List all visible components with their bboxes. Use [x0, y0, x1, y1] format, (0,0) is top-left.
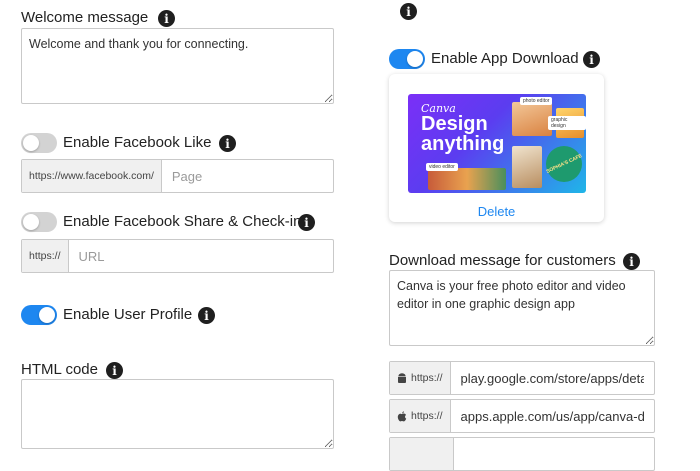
facebook-share-url-input[interactable]	[68, 240, 333, 272]
play-store-url-input[interactable]	[450, 362, 654, 394]
android-icon	[398, 372, 406, 383]
toggle-knob	[39, 307, 55, 323]
video-thumbnail	[428, 168, 506, 190]
extra-link-input[interactable]	[454, 438, 654, 470]
url-prefix: https://	[390, 362, 451, 394]
cafe-logo-text: SOPHIA'S CAFE	[545, 153, 583, 175]
html-code-label: HTML code	[21, 361, 98, 378]
photo-thumbnail	[512, 146, 542, 188]
delete-image-link[interactable]: Delete	[389, 204, 604, 219]
info-icon[interactable]: i	[106, 362, 123, 379]
facebook-share-label: Enable Facebook Share & Check-in	[63, 213, 302, 230]
facebook-page-input[interactable]	[161, 160, 333, 192]
info-icon[interactable]: i	[298, 214, 315, 231]
facebook-like-toggle[interactable]	[21, 133, 57, 153]
user-profile-toggle[interactable]	[21, 305, 57, 325]
app-store-link-field: https://	[389, 399, 655, 433]
toggle-knob	[23, 135, 39, 151]
app-banner-image: Canva Design anything photo editor graph…	[408, 94, 586, 193]
info-icon[interactable]: i	[158, 10, 175, 27]
url-prefix-text: https://	[411, 372, 443, 384]
info-icon[interactable]: i	[219, 135, 236, 152]
tag-photo-editor: photo editor	[520, 97, 553, 105]
facebook-share-url-field: https://	[21, 239, 334, 273]
url-prefix: https://	[22, 240, 69, 272]
facebook-share-toggle[interactable]	[21, 212, 57, 232]
info-icon[interactable]: i	[583, 51, 600, 68]
extra-link-field	[389, 437, 655, 471]
toggle-knob	[407, 51, 423, 67]
cafe-logo: SOPHIA'S CAFE	[545, 146, 583, 182]
url-prefix: https://	[390, 400, 451, 432]
app-image-card: Canva Design anything photo editor graph…	[389, 74, 604, 222]
app-download-toggle[interactable]	[389, 49, 425, 69]
url-prefix: https://www.facebook.com/	[22, 160, 162, 192]
download-message-textarea[interactable]	[389, 270, 655, 346]
info-icon[interactable]: i	[198, 307, 215, 324]
info-icon[interactable]: i	[400, 3, 417, 20]
facebook-page-field: https://www.facebook.com/	[21, 159, 334, 193]
user-profile-label: Enable User Profile	[63, 306, 193, 323]
url-prefix	[390, 438, 454, 470]
banner-headline-2: anything	[421, 133, 505, 155]
toggle-knob	[23, 214, 39, 230]
welcome-message-label: Welcome message	[21, 9, 149, 26]
photo-thumbnail	[512, 102, 552, 136]
url-prefix-text: https://	[411, 410, 443, 422]
welcome-message-textarea[interactable]	[21, 28, 334, 104]
tag-graphic-design: graphic design	[548, 116, 586, 130]
play-store-link-field: https://	[389, 361, 655, 395]
download-message-label: Download message for customers	[389, 252, 616, 269]
apple-icon	[397, 410, 407, 421]
tag-video-editor: video editor	[426, 163, 458, 171]
app-download-label: Enable App Download	[431, 50, 579, 67]
html-code-textarea[interactable]	[21, 379, 334, 449]
facebook-like-label: Enable Facebook Like	[63, 134, 212, 151]
banner-headline-1: Design	[421, 113, 488, 135]
info-icon[interactable]: i	[623, 253, 640, 270]
app-store-url-input[interactable]	[450, 400, 654, 432]
